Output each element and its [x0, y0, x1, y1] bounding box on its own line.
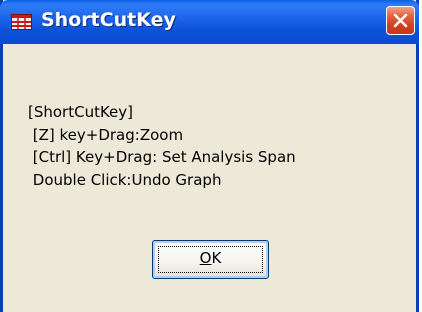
message-line: [Ctrl] Key+Drag: Set Analysis Span	[28, 148, 296, 166]
message-text: [ShortCutKey] [Z] key+Drag:Zoom [Ctrl] K…	[28, 101, 296, 191]
app-grid-icon	[11, 14, 32, 30]
title-bar[interactable]: ShortCutKey	[0, 0, 419, 44]
message-line: [ShortCutKey]	[28, 103, 134, 121]
message-line: [Z] key+Drag:Zoom	[28, 125, 184, 144]
dialog-window: ShortCutKey [ShortCutKey] [Z] key+Drag:Z…	[0, 0, 419, 312]
ok-button[interactable]: OK	[152, 240, 269, 279]
close-icon	[393, 13, 408, 28]
message-line: Double Click:Undo Graph	[28, 170, 222, 189]
window-title: ShortCutKey	[41, 9, 176, 31]
close-button[interactable]	[386, 6, 415, 35]
ok-button-label: OK	[199, 249, 222, 267]
